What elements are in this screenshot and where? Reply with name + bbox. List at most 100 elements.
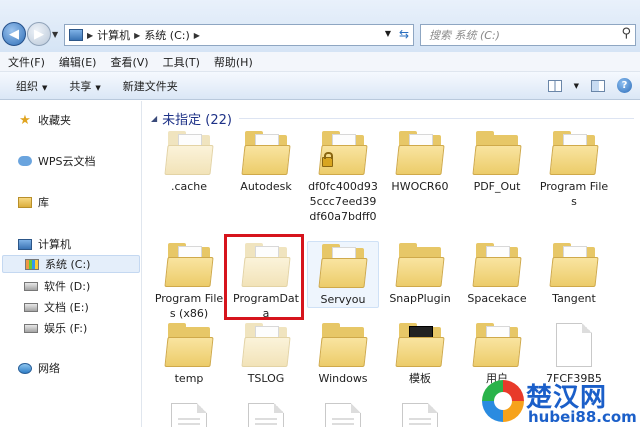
folder-icon (472, 323, 522, 367)
file-item[interactable] (153, 403, 225, 427)
menu-view[interactable]: 查看(V) (110, 54, 148, 70)
help-icon[interactable]: ? (617, 78, 632, 93)
folder-icon (241, 323, 291, 367)
star-icon: ★ (19, 112, 31, 128)
sidebar-item-drive-c[interactable]: 系统 (C:) (2, 255, 140, 273)
chevron-right-icon[interactable]: ▶ (134, 31, 140, 40)
item-label: Program Files (539, 180, 609, 208)
command-bar: 组织 ▼ 共享 ▼ 新建文件夹 ▼ ? (0, 72, 640, 100)
folder-item[interactable]: temp (153, 323, 225, 386)
new-folder-button[interactable]: 新建文件夹 (123, 78, 178, 94)
file-item[interactable] (384, 403, 456, 427)
group-header[interactable]: ◢ 未指定 (22) (151, 109, 232, 128)
folder-item[interactable]: HWOCR60 (384, 131, 456, 194)
refresh-icon[interactable]: ⇆ (399, 27, 409, 41)
item-label: Program Files (x86) (154, 292, 224, 320)
organize-button[interactable]: 组织 ▼ (16, 78, 47, 94)
item-label: PDF_Out (473, 180, 521, 193)
item-label: HWOCR60 (391, 180, 449, 193)
arrow-right-icon: ▶ (34, 26, 44, 42)
item-label: temp (174, 372, 204, 385)
folder-item[interactable]: SnapPlugin (384, 243, 456, 306)
chevron-right-icon[interactable]: ▶ (194, 31, 200, 40)
file-icon (556, 323, 592, 367)
sidebar-item-computer[interactable]: 计算机 (18, 235, 71, 253)
menu-help[interactable]: 帮助(H) (214, 54, 253, 70)
folder-item[interactable]: Tangent (538, 243, 610, 306)
preview-pane-icon[interactable] (591, 79, 605, 92)
sidebar-item-libraries[interactable]: 库 (18, 193, 49, 211)
item-label: .cache (170, 180, 208, 193)
chevron-right-icon[interactable]: ▶ (87, 31, 93, 40)
navigation-pane: ★ 收藏夹 WPS云文档 库 计算机 系统 (C:) 软件 (D:) 文档 (E… (0, 101, 142, 427)
arrow-left-icon: ◀ (9, 26, 19, 42)
file-icon (325, 403, 361, 427)
folder-item[interactable]: Autodesk (230, 131, 302, 194)
sidebar-item-wps-cloud[interactable]: WPS云文档 (18, 152, 96, 170)
address-input[interactable]: ▶ 计算机 ▶ 系统 (C:) ▶ ▼ ⇆ (64, 24, 414, 46)
collapse-icon: ◢ (151, 114, 158, 123)
forward-button[interactable]: ▶ (27, 22, 51, 46)
lock-icon (322, 152, 333, 167)
folder-icon (549, 243, 599, 287)
folder-icon (395, 131, 445, 175)
watermark: 楚汉网 hubei88.com (482, 376, 640, 427)
sidebar-item-label: 网络 (38, 362, 60, 375)
chevron-down-icon[interactable]: ▼ (574, 82, 579, 90)
system-drive-icon (25, 258, 39, 270)
sidebar-item-label: 系统 (C:) (45, 258, 91, 271)
folder-item[interactable]: df0fc400d935ccc7eed39df60a7bdff0 (307, 131, 379, 224)
sidebar-item-label: 文档 (E:) (44, 301, 89, 314)
group-divider (239, 118, 634, 119)
folder-item[interactable]: Program Files (x86) (153, 243, 225, 321)
folder-item[interactable]: Program Files (538, 131, 610, 209)
sidebar-item-label: WPS云文档 (38, 155, 96, 168)
logo-icon (482, 380, 524, 422)
folder-icon (472, 131, 522, 175)
folder-icon (164, 131, 214, 175)
folder-item[interactable]: PDF_Out (461, 131, 533, 194)
folder-icon (164, 243, 214, 287)
folder-item[interactable]: Spacekace (461, 243, 533, 306)
sidebar-item-network[interactable]: 网络 (18, 359, 60, 377)
menu-file[interactable]: 文件(F) (8, 54, 45, 70)
search-icon[interactable]: ⚲ (621, 26, 631, 41)
folder-icon (549, 131, 599, 175)
library-icon (18, 196, 32, 208)
sidebar-item-drive-e[interactable]: 文档 (E:) (24, 298, 89, 316)
back-button[interactable]: ◀ (2, 22, 26, 46)
folder-icon (241, 131, 291, 175)
item-label: Servyou (320, 293, 366, 306)
sidebar-item-label: 软件 (D:) (44, 280, 91, 293)
menu-tools[interactable]: 工具(T) (163, 54, 200, 70)
group-title: 未指定 (22) (162, 113, 232, 128)
watermark-url: hubei88.com (528, 408, 637, 426)
search-placeholder: 搜索 系统 (C:) (429, 29, 500, 42)
sidebar-item-drive-f[interactable]: 娱乐 (F:) (24, 319, 87, 337)
menu-bar: 文件(F) 编辑(E) 查看(V) 工具(T) 帮助(H) (0, 52, 640, 72)
breadcrumb-drive-c[interactable]: 系统 (C:) (144, 27, 189, 43)
search-input[interactable]: 搜索 系统 (C:) ⚲ (420, 24, 636, 46)
recent-pages-dropdown-icon[interactable]: ▼ (52, 30, 58, 39)
folder-icon (318, 244, 368, 288)
folder-item[interactable]: Servyou (307, 241, 379, 308)
organize-label: 组织 (16, 79, 38, 93)
sidebar-item-favorites[interactable]: ★ 收藏夹 (18, 111, 71, 129)
file-icon (171, 403, 207, 427)
folder-item[interactable]: Windows (307, 323, 379, 386)
menu-edit[interactable]: 编辑(E) (59, 54, 97, 70)
file-item[interactable] (230, 403, 302, 427)
drive-icon (24, 281, 38, 291)
drive-icon (24, 302, 38, 312)
folder-item[interactable]: .cache (153, 131, 225, 194)
change-view-icon[interactable] (547, 79, 562, 92)
sidebar-item-drive-d[interactable]: 软件 (D:) (24, 277, 90, 295)
folder-item[interactable]: 模板 (384, 323, 456, 386)
folder-item[interactable]: TSLOG (230, 323, 302, 386)
breadcrumb-computer[interactable]: 计算机 (97, 27, 130, 43)
item-label: df0fc400d935ccc7eed39df60a7bdff0 (308, 180, 378, 223)
share-button[interactable]: 共享 ▼ (69, 78, 100, 94)
address-history-dropdown-icon[interactable]: ▼ (385, 29, 391, 38)
file-item[interactable] (307, 403, 379, 427)
file-icon (248, 403, 284, 427)
